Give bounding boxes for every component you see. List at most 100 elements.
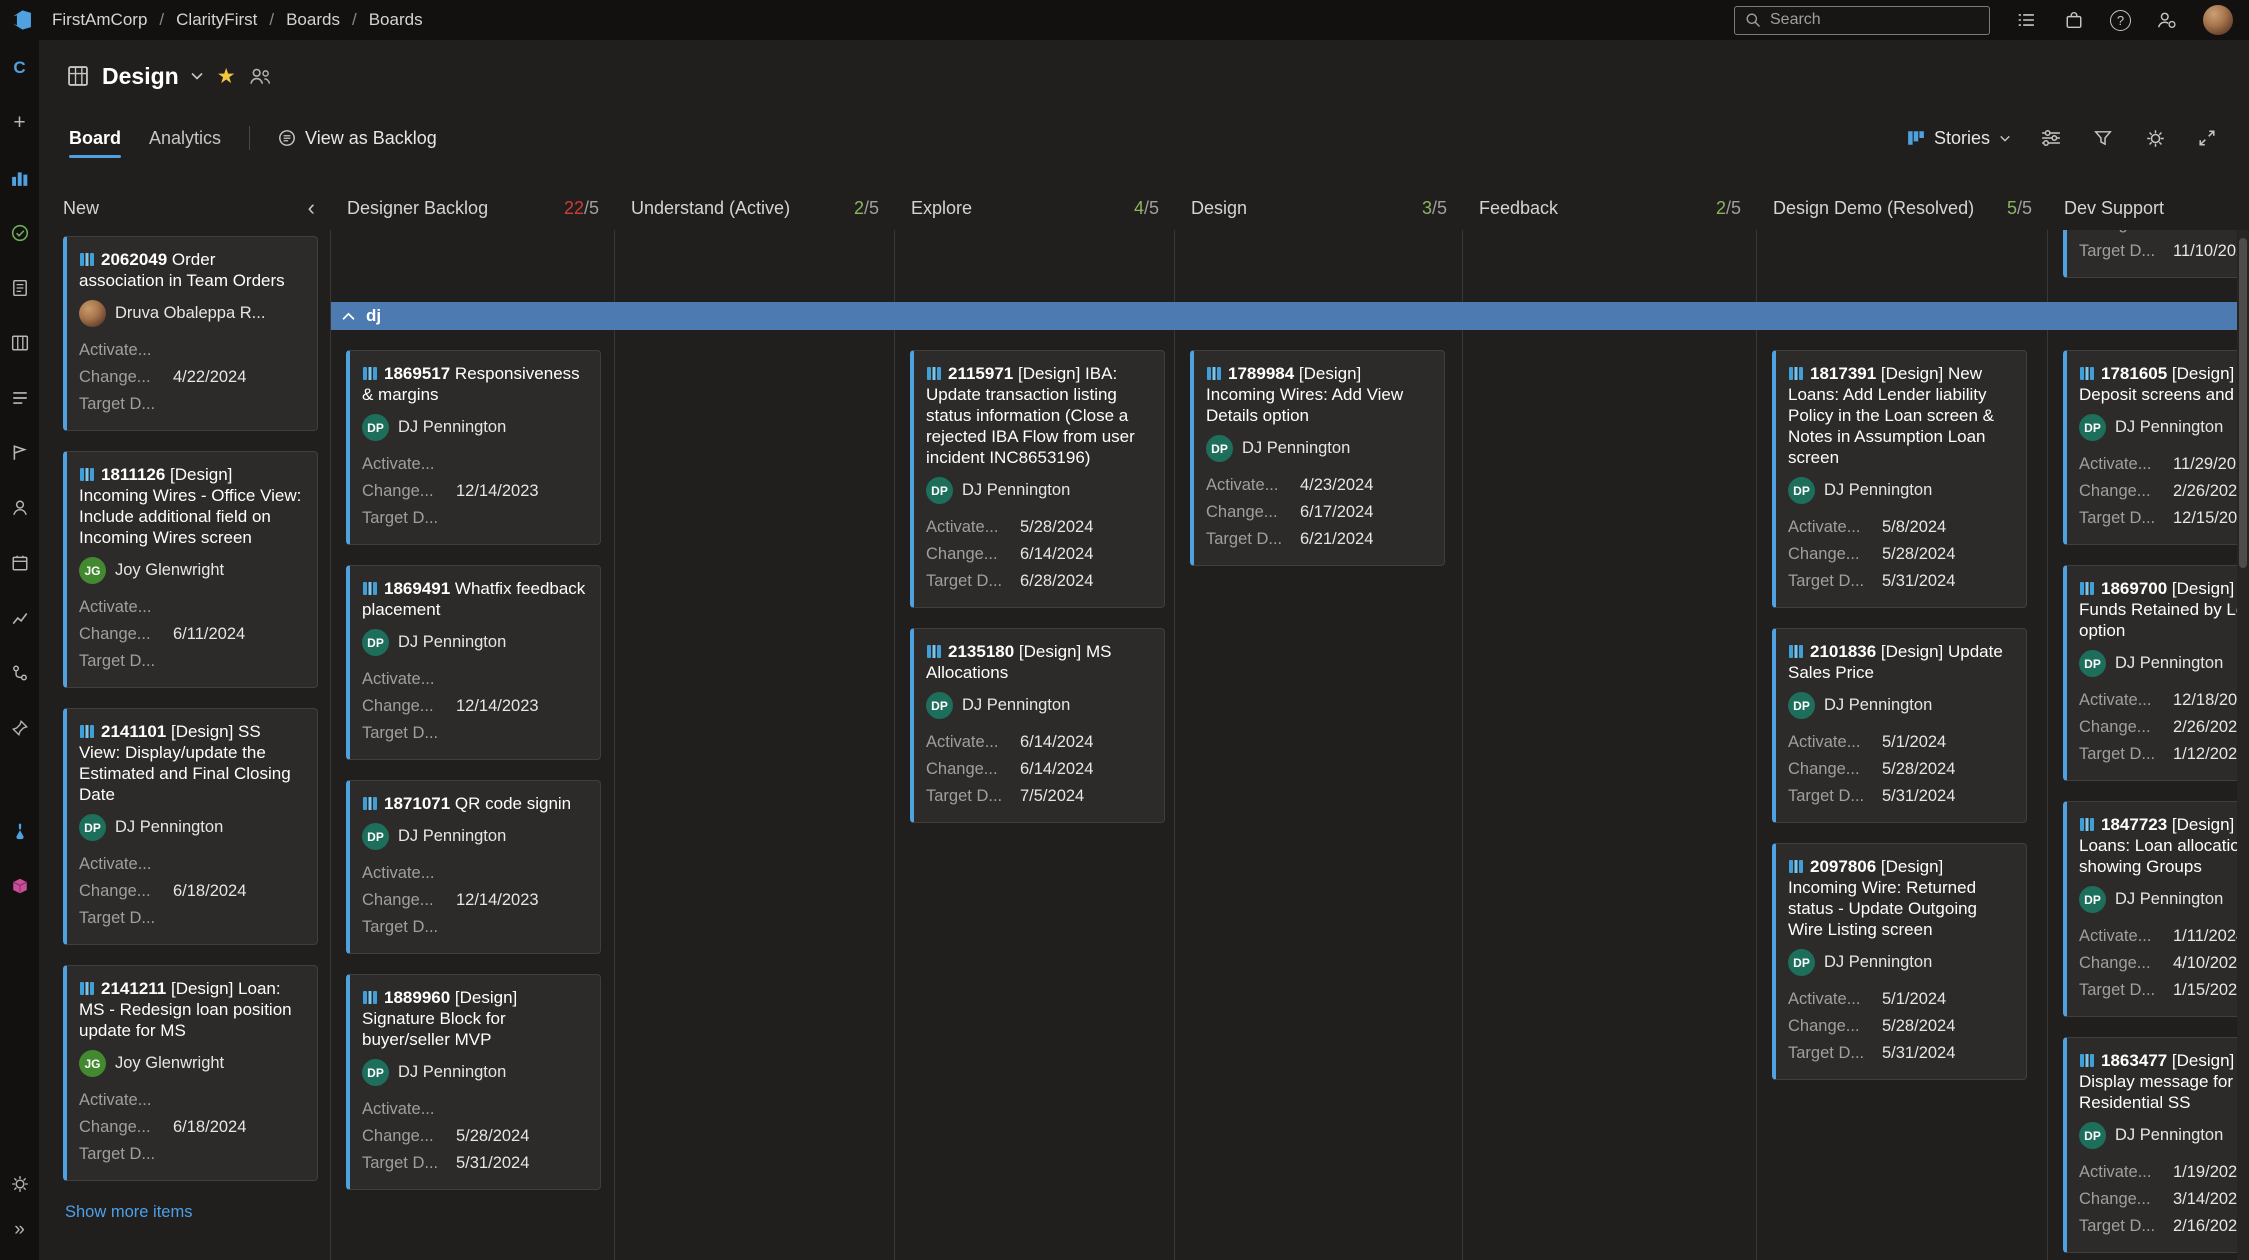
card-title: 1811126 [Design] Incoming Wires - Office… bbox=[79, 464, 303, 548]
main-content: Design ★ Board Analytics View as Backlog bbox=[39, 40, 2249, 1260]
work-item-card[interactable]: 2101836 [Design] Update Sales PriceDPDJ … bbox=[1772, 628, 2027, 823]
card-field: Change...6/14/2024 bbox=[926, 541, 1150, 568]
breadcrumb-item-page[interactable]: Boards bbox=[369, 10, 423, 30]
column-name: Feedback bbox=[1479, 198, 1558, 219]
user-settings-icon[interactable] bbox=[2155, 8, 2179, 32]
work-item-card[interactable]: 1871071 QR code signinDPDJ PenningtonAct… bbox=[346, 780, 601, 954]
board-settings-sliders-icon[interactable] bbox=[2039, 126, 2063, 150]
search-box[interactable] bbox=[1734, 6, 1990, 35]
work-item-card[interactable]: 1889960 [Design] Signature Block for buy… bbox=[346, 974, 601, 1190]
filter-icon[interactable] bbox=[2091, 126, 2115, 150]
column-designer-backlog-cards: 1869517 Responsiveness & marginsDPDJ Pen… bbox=[331, 330, 615, 1260]
marketplace-bag-icon[interactable] bbox=[2062, 8, 2086, 32]
field-label: Target D... bbox=[362, 914, 456, 941]
project-settings-gear-icon[interactable] bbox=[0, 1166, 39, 1202]
work-item-card[interactable]: 1863477 [Design] SS Display message for … bbox=[2063, 1037, 2249, 1253]
work-item-card[interactable]: 1817391 [Design] New Loans: Add Lender l… bbox=[1772, 350, 2027, 608]
card-field: Change...5/28/2024 bbox=[1788, 541, 2012, 568]
avatar: DP bbox=[362, 823, 389, 850]
work-item-card[interactable]: 2097806 [Design] Incoming Wire: Returned… bbox=[1772, 843, 2027, 1080]
help-icon[interactable]: ? bbox=[2110, 10, 2131, 31]
project-avatar[interactable]: C bbox=[0, 40, 39, 95]
assignee-name: DJ Pennington bbox=[398, 633, 506, 652]
breadcrumb-separator: / bbox=[352, 10, 357, 30]
azure-devops-logo-icon[interactable] bbox=[0, 0, 44, 40]
card-assignee: DPDJ Pennington bbox=[362, 629, 586, 656]
column-dev-support-cards: 1781605 [Design] ACH Deposit screens and… bbox=[2048, 330, 2249, 1260]
work-item-id: 1889960 bbox=[384, 988, 450, 1007]
breadcrumb-item-hub[interactable]: Boards bbox=[286, 10, 340, 30]
search-input[interactable] bbox=[1770, 11, 1979, 29]
card-field: Change...4/22/2024 bbox=[79, 364, 303, 391]
approvals-icon[interactable] bbox=[0, 205, 39, 260]
avatar: DP bbox=[362, 1059, 389, 1086]
card-assignee: DPDJ Pennington bbox=[79, 814, 303, 841]
artifacts-icon[interactable] bbox=[0, 858, 39, 913]
project-initial: C bbox=[13, 58, 25, 78]
board-gear-icon[interactable] bbox=[2143, 126, 2167, 150]
task-list-icon[interactable] bbox=[2014, 8, 2038, 32]
work-item-card[interactable]: 1789984 [Design] Incoming Wires: Add Vie… bbox=[1190, 350, 1445, 566]
add-icon[interactable]: + bbox=[0, 95, 39, 150]
boards-blue-icon[interactable] bbox=[0, 150, 39, 205]
card-field: Activate...1/11/2024 bbox=[2079, 923, 2249, 950]
work-item-card[interactable]: 1811126 [Design] Incoming Wires - Office… bbox=[63, 451, 318, 688]
work-item-card[interactable]: 1869700 [Design] Loan Funds Retained by … bbox=[2063, 565, 2249, 781]
field-label: Target D... bbox=[79, 648, 173, 675]
favorite-star-icon[interactable]: ★ bbox=[217, 66, 236, 87]
card-field: Change...5/28/2024 bbox=[362, 1123, 586, 1150]
card-title: 2135180 [Design] MS Allocations bbox=[926, 641, 1150, 683]
backlogs-icon[interactable] bbox=[0, 370, 39, 425]
vertical-scrollbar-thumb[interactable] bbox=[2239, 238, 2247, 568]
breadcrumb-item-project[interactable]: ClarityFirst bbox=[176, 10, 257, 30]
analytics-icon[interactable] bbox=[0, 590, 39, 645]
user-story-icon bbox=[2079, 366, 2095, 381]
assignee-name: DJ Pennington bbox=[1824, 481, 1932, 500]
tab-board[interactable]: Board bbox=[69, 112, 121, 164]
board-picker-chevron-icon[interactable] bbox=[190, 71, 204, 81]
team-members-icon[interactable] bbox=[249, 67, 272, 85]
work-items-icon[interactable] bbox=[0, 260, 39, 315]
work-item-card[interactable]: 2135180 [Design] MS AllocationsDPDJ Penn… bbox=[910, 628, 1165, 823]
view-as-backlog-button[interactable]: View as Backlog bbox=[278, 128, 437, 149]
avatar: DP bbox=[926, 692, 953, 719]
backlog-level-selector[interactable]: Stories bbox=[1907, 128, 2011, 149]
show-more-items-link[interactable]: Show more items bbox=[65, 1203, 192, 1222]
test-plans-icon[interactable] bbox=[0, 803, 39, 858]
work-item-card[interactable]: 1847723 [Design] MS Loans: Loan allocati… bbox=[2063, 801, 2249, 1017]
collapse-column-icon[interactable]: ‹ bbox=[308, 197, 315, 219]
work-item-card[interactable]: 2062049 Order association in Team Orders… bbox=[63, 236, 318, 431]
assignee-name: DJ Pennington bbox=[2115, 890, 2223, 909]
card-fields: Activate...Change...6/18/2024Target D... bbox=[79, 1087, 303, 1168]
repos-icon[interactable] bbox=[0, 645, 39, 700]
card-title: 1863477 [Design] SS Display message for … bbox=[2079, 1050, 2249, 1113]
collapse-swimlane-icon[interactable] bbox=[342, 312, 355, 321]
work-item-card[interactable]: 1869517 Responsiveness & marginsDPDJ Pen… bbox=[346, 350, 601, 545]
vertical-scrollbar[interactable] bbox=[2237, 230, 2249, 1260]
work-item-card[interactable]: 2141101 [Design] SS View: Display/update… bbox=[63, 708, 318, 945]
work-item-id: 1789984 bbox=[1228, 364, 1294, 383]
work-item-card-partial[interactable]: Change...6/10/2024Target D...11/10/2023 bbox=[2063, 230, 2249, 278]
work-item-card[interactable]: 1781605 [Design] ACH Deposit screens and… bbox=[2063, 350, 2249, 545]
boards-icon[interactable] bbox=[0, 315, 39, 370]
field-label: Activate... bbox=[79, 594, 173, 621]
card-fields: Activate...11/29/2023Change...2/26/2024T… bbox=[2079, 451, 2249, 532]
top-bar: FirstAmCorp / ClarityFirst / Boards / Bo… bbox=[0, 0, 2249, 40]
card-assignee: DPDJ Pennington bbox=[1206, 435, 1430, 462]
delivery-plans-icon[interactable] bbox=[0, 535, 39, 590]
field-value: 1/15/2024 bbox=[2173, 977, 2246, 1004]
work-item-card[interactable]: 2115971 [Design] IBA: Update transaction… bbox=[910, 350, 1165, 608]
card-field: Change...12/14/2023 bbox=[362, 693, 586, 720]
column-name: Designer Backlog bbox=[347, 198, 488, 219]
pipelines-icon[interactable] bbox=[0, 700, 39, 755]
breadcrumb-item-org[interactable]: FirstAmCorp bbox=[52, 10, 147, 30]
sprints-icon[interactable] bbox=[0, 425, 39, 480]
queries-icon[interactable] bbox=[0, 480, 39, 535]
fullscreen-expand-icon[interactable] bbox=[2195, 126, 2219, 150]
work-item-card[interactable]: 1869491 Whatfix feedback placementDPDJ P… bbox=[346, 565, 601, 760]
work-item-card[interactable]: 2141211 [Design] Loan: MS - Redesign loa… bbox=[63, 965, 318, 1181]
user-avatar[interactable] bbox=[2203, 5, 2233, 35]
tab-analytics[interactable]: Analytics bbox=[149, 112, 221, 164]
expand-sidenav-icon[interactable]: » bbox=[0, 1212, 39, 1248]
column-header-design: Design3/5 bbox=[1175, 186, 1463, 230]
